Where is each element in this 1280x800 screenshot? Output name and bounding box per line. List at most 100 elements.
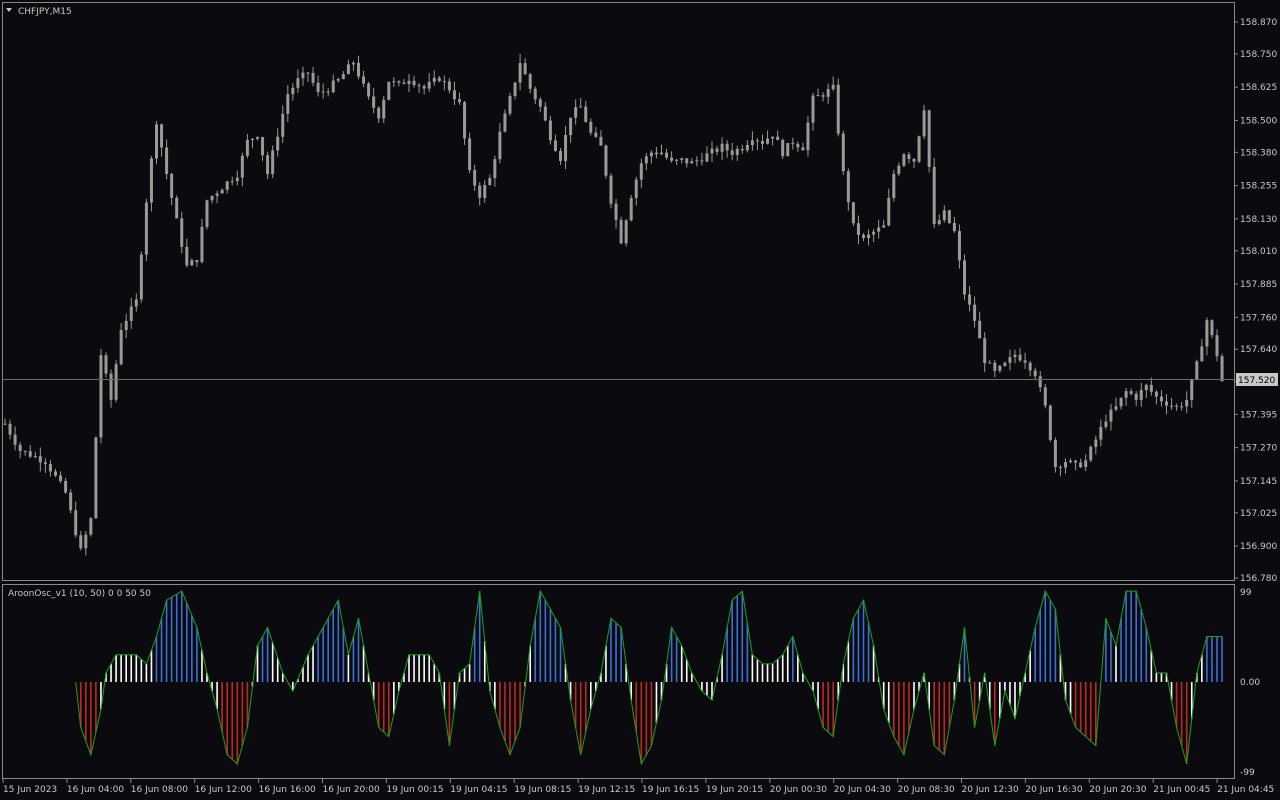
candle-body <box>1134 393 1138 400</box>
symbol-title: CHFJPY,M15 <box>18 7 72 17</box>
candle-body <box>1079 462 1083 468</box>
candle-body <box>548 120 552 141</box>
candle-body <box>23 451 27 453</box>
price-tick-label: 158.130 <box>1240 215 1277 225</box>
candle-body <box>372 96 376 108</box>
candle-body <box>639 163 643 180</box>
candle-body <box>927 110 931 167</box>
candle-body <box>745 144 749 151</box>
trading-chart[interactable]: 158.870 158.750 158.625 158.500 158.380 158.2… <box>0 0 1280 800</box>
candle-body <box>240 155 244 178</box>
candle-body <box>276 136 280 151</box>
candle-body <box>59 475 63 482</box>
candle-body <box>473 169 477 186</box>
candle-body <box>836 84 840 134</box>
candle-body <box>584 106 588 122</box>
candle-body <box>649 152 653 157</box>
candle-body <box>1023 360 1027 363</box>
candle-body <box>660 152 663 155</box>
candle-body <box>69 492 73 511</box>
candle-body <box>998 365 1002 371</box>
candle-body <box>493 159 497 179</box>
candle-body <box>624 220 628 244</box>
candle-body <box>1089 446 1093 461</box>
candle-body <box>1099 426 1103 440</box>
candle-body <box>271 150 275 175</box>
candle-body <box>79 535 83 549</box>
candle-body <box>261 137 265 156</box>
candle-body <box>791 143 795 145</box>
candle-body <box>225 181 229 190</box>
time-tick-label: 21 Jun 00:45 <box>1153 785 1210 795</box>
candle-body <box>1018 354 1022 361</box>
price-tick-label: 157.885 <box>1240 280 1277 290</box>
candle-body <box>897 165 901 174</box>
price-tick-label: 157.145 <box>1240 477 1277 487</box>
candle-body <box>1159 396 1163 402</box>
candle-body <box>402 82 406 85</box>
candle-body <box>498 131 502 160</box>
candle-body <box>766 138 770 144</box>
candle-body <box>594 132 598 137</box>
candle-body <box>973 304 977 321</box>
candle-body <box>134 299 138 307</box>
time-tick-label: 16 Jun 04:00 <box>67 785 124 795</box>
candle-body <box>1195 361 1199 380</box>
candle-body <box>250 138 254 140</box>
candle-body <box>463 102 467 139</box>
candle-body <box>917 136 921 162</box>
candle-body <box>1149 384 1153 392</box>
oscillator-tick-label: 99 <box>1240 588 1252 598</box>
current-price-label: 157.520 <box>1238 376 1275 386</box>
candle-body <box>695 160 699 162</box>
candle-body <box>826 89 830 97</box>
candle-body <box>316 82 320 92</box>
candle-body <box>336 79 340 81</box>
candle-body <box>155 124 158 159</box>
candle-body <box>685 158 689 164</box>
candle-body <box>99 355 103 438</box>
candle-body <box>538 99 542 107</box>
candle-body <box>1043 387 1047 406</box>
candle-body <box>952 222 956 232</box>
oscillator-title: AroonOsc_v1 (10, 50) 0 0 50 50 <box>8 589 151 599</box>
candle-body <box>357 62 360 77</box>
candle-body <box>675 159 679 161</box>
candle-body <box>1094 439 1098 447</box>
candle-body <box>1185 399 1189 407</box>
candle-body <box>387 81 391 100</box>
candle-body <box>1013 354 1017 358</box>
candle-body <box>882 225 886 228</box>
candle-body <box>781 140 785 157</box>
candle-body <box>1200 346 1204 362</box>
candle-body <box>932 166 936 225</box>
candle-body <box>447 81 451 91</box>
candle-body <box>947 210 951 223</box>
candle-body <box>1058 467 1062 469</box>
time-tick-label: 19 Jun 00:15 <box>386 785 443 795</box>
candle-body <box>48 463 52 472</box>
candle-body <box>559 150 562 161</box>
candle-body <box>750 140 754 145</box>
candle-body <box>458 99 461 103</box>
candle-body <box>599 136 603 146</box>
candle-body <box>725 143 729 151</box>
candle-body <box>776 136 780 141</box>
candle-body <box>700 160 704 162</box>
candle-body <box>1028 362 1032 371</box>
candle-body <box>902 154 906 166</box>
candle-body <box>301 72 305 79</box>
candle-body <box>589 121 593 133</box>
time-tick-label: 16 Jun 12:00 <box>195 785 252 795</box>
price-tick-label: 158.750 <box>1240 50 1277 60</box>
candle-body <box>129 306 133 321</box>
candle-body <box>841 133 845 172</box>
time-tick-label: 20 Jun 04:30 <box>834 785 891 795</box>
candle-body <box>392 81 396 83</box>
candle-body <box>614 203 618 220</box>
candle-body <box>417 85 421 87</box>
candle-body <box>710 148 714 154</box>
price-tick-label: 158.870 <box>1240 18 1277 28</box>
candle-body <box>518 63 522 83</box>
candle-body <box>185 246 189 266</box>
